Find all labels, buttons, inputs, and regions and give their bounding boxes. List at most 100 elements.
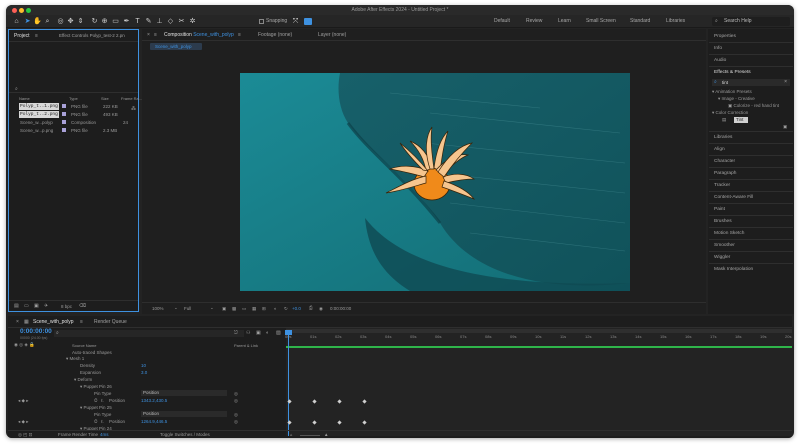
new-preset-icon[interactable]: ▣ [783,124,787,130]
snapping-checkbox[interactable] [259,19,264,24]
layer-row-twirl[interactable]: ▾ Deform [74,377,92,383]
stopwatch-icon[interactable]: ⏱ [94,398,98,403]
layer-row-value[interactable]: 10 [141,363,146,368]
interpret-footage-icon[interactable]: ▤ [14,303,19,309]
layer-row-label[interactable]: Pin Type [94,412,111,417]
panel-wiggler[interactable]: Wiggler [714,255,730,260]
workspace-small-screen[interactable]: Small Screen [586,18,616,24]
stamp-icon[interactable]: ⊥ [155,17,164,26]
guides-icon[interactable]: ⊞ [262,306,266,312]
search-help-field[interactable]: ⌕ Search Help [712,17,790,26]
new-composition-icon[interactable]: ▣ [34,303,39,309]
column-source-name[interactable]: Source Name [72,343,96,348]
panel-menu-icon[interactable]: ≡ [238,32,241,38]
tree-item-image-creative[interactable]: ▾ Image - Creative [718,96,755,102]
parent-pickwhip-icon[interactable]: ◎ [234,419,238,425]
layer-row-label[interactable]: Pin Type [94,391,111,396]
close-tab-icon[interactable]: × [16,319,19,325]
layer-row-label[interactable]: Expansion [80,370,101,375]
list-item-name[interactable]: Polyp_t..1.png [20,104,58,109]
list-item-name[interactable]: Scene_w...polyp [20,120,53,125]
panel-character[interactable]: Character [714,159,735,164]
panel-motion-sketch[interactable]: Motion Sketch [714,231,744,236]
effects-search-field[interactable]: ⌕ tint × [712,79,790,86]
layer-row-twirl[interactable]: ▾ Puppet Pin 26 [80,384,112,390]
new-folder-icon[interactable]: ▭ [24,303,29,309]
pen-icon[interactable]: ✒ [122,17,131,26]
label-color-swatch[interactable] [62,120,66,124]
transparency-grid-icon[interactable]: ▩ [232,306,236,312]
hand-icon[interactable]: ✋ [33,17,42,26]
layer-row-twirl[interactable]: ▾ Puppet Pin 25 [80,405,112,411]
panel-align[interactable]: Align [714,147,725,152]
panel-info[interactable]: Info [714,46,722,51]
resolution-dropdown[interactable]: Full [184,306,191,311]
snap-toggle-icon[interactable] [304,18,312,25]
tree-item-animation-presets[interactable]: ▾ Animation Presets [712,89,752,95]
panel-menu-icon[interactable]: ≡ [80,319,83,325]
region-of-interest-icon[interactable]: ▣ [222,306,226,312]
timeline-search-field[interactable]: ⌕ [54,330,244,337]
comp-mini-flowchart-icon[interactable]: ⎋ [234,330,238,336]
selection-arrow-icon[interactable]: ➤ [23,17,32,26]
flowchart-icon[interactable]: ⁂ [131,106,136,112]
timeline-timecode[interactable]: 0:00:00:00 [20,328,52,335]
rotate-icon[interactable]: ↻ [90,17,99,26]
layer-row-label[interactable]: Density [80,363,95,368]
label-color-swatch[interactable] [62,128,66,132]
tab-layer[interactable]: Layer (none) [318,32,346,38]
trash-icon[interactable]: ⌫ [79,303,86,309]
workspace-review[interactable]: Review [526,18,542,24]
layer-row-value[interactable]: 1343.2,430.5 [141,398,167,403]
tree-item-color-correction[interactable]: ▾ Color Correction [712,110,748,116]
keyframe-nav-icon[interactable]: ◂ ◆ ▸ [18,419,28,425]
column-type[interactable]: Type [69,96,78,101]
label-color-swatch[interactable] [62,112,66,116]
exposure-value[interactable]: +0.0 [292,306,301,311]
orbit-camera-icon[interactable]: ◎ [56,17,65,26]
expression-link-icon[interactable]: ℓ. [101,398,104,403]
frame-blending-icon[interactable]: ▣ [256,330,261,336]
column-parent-link[interactable]: Parent & Link [234,343,258,348]
keyframe-nav-icon[interactable]: ◂ ◆ ▸ [18,398,28,404]
layer-row-label[interactable]: Auto-traced Shapes [72,350,112,355]
project-settings-icon[interactable]: ✈ [44,303,48,309]
layer-row-value[interactable]: 3.0 [141,370,147,375]
column-frame-rate[interactable]: Frame Ra... [121,96,142,101]
footer-toggle-icons[interactable]: ◎ ◰ ⊡ [18,432,32,438]
tab-effect-controls[interactable]: Effect Controls Polyp_test-2 2.pn [59,33,125,38]
label-color-swatch[interactable] [62,104,66,108]
camera-icon[interactable]: ⎙ [309,305,313,310]
tab-footage[interactable]: Footage (none) [258,32,292,38]
column-size[interactable]: Size [101,96,109,101]
tab-render-queue[interactable]: Render Queue [94,319,127,325]
panel-paint[interactable]: Paint [714,207,725,212]
type-icon[interactable]: T [133,17,142,26]
panel-smoother[interactable]: Smoother [714,243,735,248]
time-ruler[interactable]: 00s01s02s03s04s05s06s07s08s09s10s11s12s1… [285,334,792,342]
timeline-zoom-slider[interactable] [300,435,320,436]
tree-item-tint[interactable]: Tint [734,117,748,123]
puppet-pin-icon[interactable]: ✲ [188,17,197,26]
tab-composition[interactable]: Composition Scene_with_polyp [164,32,234,38]
panel-libraries[interactable]: Libraries [714,135,732,140]
workspace-learn[interactable]: Learn [558,18,571,24]
layer-row-value[interactable]: 1264.9,446.5 [141,419,167,424]
work-area-bar[interactable] [286,329,792,333]
fast-previews-icon[interactable]: ▦ [252,306,256,312]
parent-pickwhip-icon[interactable]: ◎ [234,391,238,397]
layer-duration-bar[interactable] [286,346,792,348]
workspace-standard[interactable]: Standard [630,18,650,24]
roto-icon[interactable]: ✂ [177,17,186,26]
shy-layers-icon[interactable]: ⚇ [246,330,250,336]
close-tab-icon[interactable]: × [147,32,150,38]
pin-type-dropdown[interactable]: Position [141,411,227,417]
brush-icon[interactable]: ✎ [144,17,153,26]
layer-row-label[interactable]: Position [109,419,125,424]
tree-item-colorize-preset[interactable]: ▣ Colorize - red hand tint [728,103,779,109]
lock-icon[interactable]: ≡ [154,32,157,38]
panel-mask-interpolation[interactable]: Mask Interpolation [714,267,753,272]
panel-audio[interactable]: Audio [714,58,726,63]
list-item-name[interactable]: Scene_w...p.png [20,128,53,133]
toggle-switches-modes[interactable]: Toggle Switches / Modes [160,432,210,437]
